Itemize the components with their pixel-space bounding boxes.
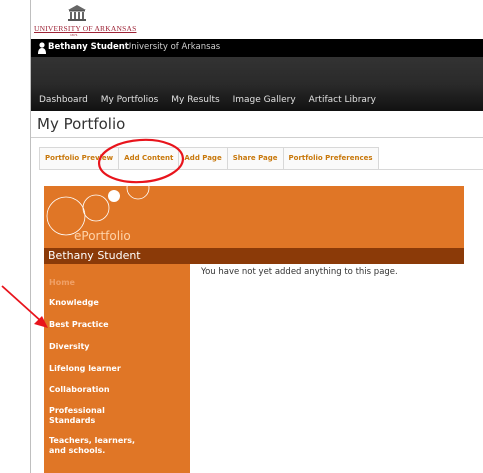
- sidebar-item-collaboration[interactable]: Collaboration: [49, 385, 110, 395]
- sidebar-item-best-practice[interactable]: Best Practice: [49, 320, 109, 330]
- portfolio-owner-name: Bethany Student: [48, 249, 141, 262]
- portfolio-tabs: Portfolio Preview Add Content Add Page S…: [39, 147, 379, 170]
- portfolio-owner-bar: Bethany Student: [44, 248, 464, 264]
- sidebar-item-professional-standards[interactable]: Professional Standards: [49, 406, 149, 426]
- logo-subtext: 1871: [70, 33, 78, 37]
- title-divider: [31, 137, 483, 138]
- nav-item-my-portfolios[interactable]: My Portfolios: [101, 95, 159, 105]
- sidebar-item-lifelong-learner[interactable]: Lifelong learner: [49, 364, 121, 374]
- banner-title: ePortfolio: [74, 229, 131, 243]
- tab-add-page[interactable]: Add Page: [179, 148, 228, 169]
- nav-item-artifact-library[interactable]: Artifact Library: [309, 95, 376, 105]
- portfolio-sidebar: Home Knowledge Best Practice Diversity L…: [44, 264, 190, 473]
- tabs-divider: [376, 169, 483, 170]
- logo-text: UNIVERSITY OF ARKANSAS: [34, 24, 137, 33]
- tab-share-page[interactable]: Share Page: [228, 148, 284, 169]
- building-icon: [68, 5, 86, 21]
- empty-page-message: You have not yet added anything to this …: [201, 267, 398, 277]
- sidebar-item-home[interactable]: Home: [49, 278, 75, 288]
- browser-window: UNIVERSITY OF ARKANSAS 1871 Bethany Stud…: [30, 0, 483, 473]
- background-margin: [0, 0, 30, 473]
- nav-item-my-results[interactable]: My Results: [171, 95, 219, 105]
- nav-item-dashboard[interactable]: Dashboard: [39, 95, 88, 105]
- user-organization: University of Arkansas: [125, 42, 221, 52]
- page-title: My Portfolio: [37, 115, 126, 133]
- user-name[interactable]: Bethany Student: [48, 42, 129, 52]
- header-logo-area: UNIVERSITY OF ARKANSAS 1871: [31, 0, 483, 39]
- user-icon: [38, 42, 46, 54]
- eportfolio-banner: ePortfolio: [44, 186, 464, 248]
- tab-add-content[interactable]: Add Content: [119, 148, 180, 169]
- sidebar-item-teachers-learners-schools[interactable]: Teachers, learners, and schools.: [49, 436, 149, 456]
- sidebar-item-knowledge[interactable]: Knowledge: [49, 298, 99, 308]
- tab-portfolio-preview[interactable]: Portfolio Preview: [40, 148, 120, 169]
- university-logo[interactable]: UNIVERSITY OF ARKANSAS 1871: [34, 4, 137, 37]
- main-navigation: Dashboard My Portfolios My Results Image…: [31, 57, 483, 111]
- nav-item-image-gallery[interactable]: Image Gallery: [233, 95, 296, 105]
- user-bar: Bethany Student University of Arkansas: [31, 39, 483, 57]
- tab-portfolio-preferences[interactable]: Portfolio Preferences: [284, 148, 378, 169]
- sidebar-item-diversity[interactable]: Diversity: [49, 342, 90, 352]
